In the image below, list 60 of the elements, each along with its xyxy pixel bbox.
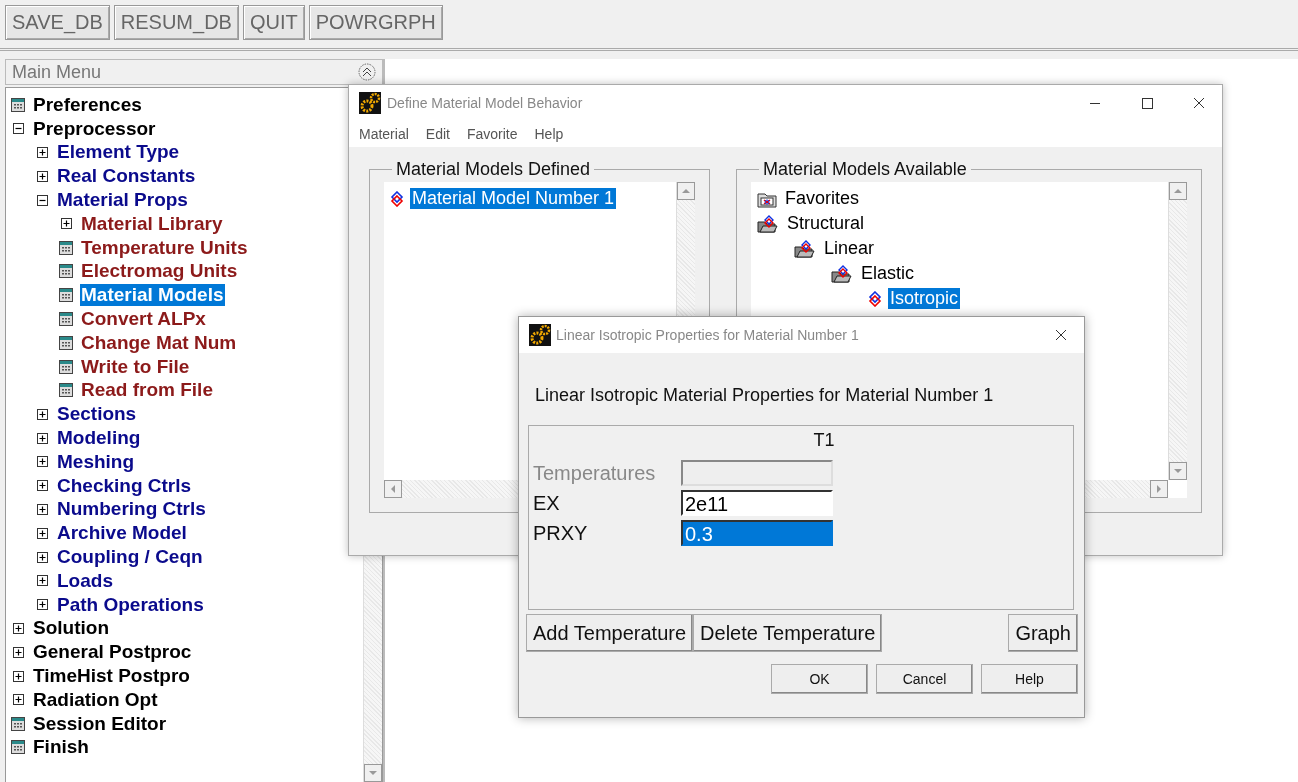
tree-item[interactable]: Write to File: [80, 355, 191, 378]
field-label: EX: [533, 491, 561, 515]
tree-item[interactable]: Radiation Opt: [32, 688, 159, 711]
tree-item[interactable]: Temperature Units: [80, 236, 249, 259]
tree-item[interactable]: Read from File: [80, 379, 214, 402]
tree-item[interactable]: Preprocessor: [32, 117, 157, 140]
window-title: Define Material Model Behavior: [387, 95, 584, 111]
toolbar-button[interactable]: POWRGRPH: [308, 5, 443, 40]
dialog-heading: Linear Isotropic Material Properties for Material Number 1: [535, 385, 995, 407]
tree-item[interactable]: Structural: [785, 213, 867, 234]
tree-item[interactable]: Archive Model: [56, 522, 188, 545]
column-header: T1: [812, 430, 836, 452]
tree-item[interactable]: Coupling / Ceqn: [56, 546, 204, 569]
menu-item[interactable]: Help: [534, 126, 564, 142]
input-field[interactable]: 0.3: [681, 520, 833, 546]
dialog-button[interactable]: Graph: [1008, 614, 1078, 652]
tree-item[interactable]: TimeHist Postpro: [32, 665, 191, 687]
tree-item[interactable]: Material Models: [80, 284, 225, 307]
group-title: Material Models Defined: [395, 159, 592, 180]
dialog-button[interactable]: Add Temperature: [526, 614, 694, 652]
dialog-button[interactable]: Delete Temperature: [693, 614, 883, 652]
tree-item[interactable]: Real Constants: [56, 165, 197, 188]
dialog-button[interactable]: OK: [771, 664, 868, 694]
dialog-button[interactable]: Help: [981, 664, 1078, 694]
tree-item[interactable]: Material Props: [56, 189, 189, 212]
tree-item[interactable]: Checking Ctrls: [56, 474, 193, 497]
group-title: Material Models Available: [762, 159, 968, 180]
tree-item[interactable]: Numbering Ctrls: [56, 498, 207, 521]
tree-item[interactable]: Modeling: [56, 427, 142, 450]
tree-item[interactable]: Loads: [56, 569, 114, 592]
tree-item[interactable]: Session Editor: [32, 712, 168, 735]
tree-item[interactable]: Material Library: [80, 212, 224, 235]
tree-item[interactable]: Meshing: [56, 450, 136, 473]
tree-item[interactable]: General Postproc: [32, 641, 193, 664]
tree-item[interactable]: Isotropic: [888, 288, 961, 309]
tree-item[interactable]: Preferences: [32, 93, 143, 116]
field-label: PRXY: [533, 521, 589, 545]
toolbar-button[interactable]: SAVE_DB: [5, 5, 110, 40]
tree-item[interactable]: Finish: [32, 736, 90, 759]
tree-item[interactable]: Favorites: [783, 188, 862, 209]
input-field[interactable]: 2e11: [681, 490, 833, 516]
toolbar-button[interactable]: RESUM_DB: [113, 5, 239, 40]
tree-item[interactable]: Linear: [822, 238, 877, 259]
list-item[interactable]: Material Model Number 1: [410, 188, 617, 209]
dialog-button[interactable]: Cancel: [876, 664, 973, 694]
menu-item[interactable]: Material: [359, 126, 409, 142]
tree-item[interactable]: Sections: [56, 403, 138, 426]
toolbar-button[interactable]: QUIT: [242, 5, 305, 40]
tree-item[interactable]: Convert ALPx: [80, 308, 207, 331]
tree-item[interactable]: Electromag Units: [80, 260, 239, 283]
tree-item[interactable]: Solution: [32, 617, 110, 640]
menu-item[interactable]: Favorite: [466, 126, 518, 142]
menu-item[interactable]: Edit: [425, 126, 450, 142]
tree-item[interactable]: Elastic: [859, 263, 916, 284]
panel-title: Main Menu: [12, 61, 102, 83]
tree-item[interactable]: Path Operations: [56, 593, 205, 616]
window-title: Linear Isotropic Properties for Material Number 1: [556, 327, 860, 343]
field-label: Temperatures: [533, 461, 657, 485]
tree-item[interactable]: Change Mat Num: [80, 331, 238, 354]
tree-item[interactable]: Element Type: [56, 141, 181, 164]
